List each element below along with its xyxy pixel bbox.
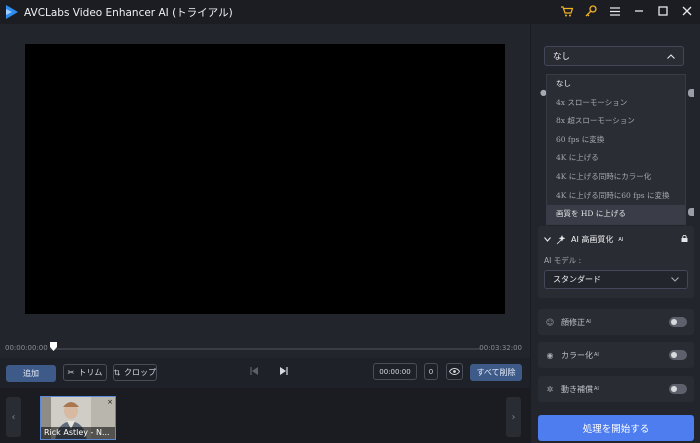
timeline-track[interactable] (50, 348, 480, 350)
dropdown-option-4k-colorize[interactable]: 4K に上げる同時にカラー化 (547, 168, 685, 187)
colorize-toggle[interactable] (669, 350, 687, 360)
hidden-toggle-edge (688, 208, 694, 216)
chevron-up-icon (667, 53, 675, 59)
close-icon[interactable] (680, 4, 694, 18)
crop-label: クロップ (124, 368, 156, 377)
app-logo-icon (6, 5, 18, 19)
video-preview (25, 44, 505, 314)
start-processing-button[interactable]: 処理を開始する (538, 415, 694, 441)
minimize-icon[interactable] (632, 4, 646, 18)
ai-enhance-section: AI 高画質化 AI AI モデル : スタンダード (538, 226, 694, 298)
clip-thumbnail[interactable]: × Rick Astley - N... (40, 396, 116, 440)
face-correction-row: ☺ 顔修正 AI (538, 309, 694, 335)
sparkle-icon (556, 234, 566, 244)
clip-name: Rick Astley - N... (41, 427, 115, 439)
crop-button[interactable]: クロップ (113, 364, 157, 381)
playhead-handle[interactable] (50, 342, 57, 352)
current-time-input[interactable]: 00:00:00 (373, 363, 417, 380)
trim-label: トリム (78, 368, 103, 377)
motion-compensation-toggle[interactable] (669, 384, 687, 394)
eye-icon (449, 368, 460, 375)
ai-enhance-sup: AI (618, 236, 624, 243)
face-correction-label: 顔修正 (561, 317, 585, 327)
hidden-toggle-edge (688, 89, 694, 97)
palette-icon: ◉ (546, 350, 554, 360)
timeline: 00:00:00:00 00:03:32:00 (0, 336, 530, 358)
colorize-row: ◉ カラー化 AI (538, 342, 694, 368)
timeline-start-time: 00:00:00:00 (5, 344, 48, 352)
colorize-label: カラー化 (561, 350, 593, 360)
clip-strip: ‹ × Rick Astley - N... › (0, 388, 530, 443)
face-correction-toggle[interactable] (669, 317, 687, 327)
frame-input[interactable]: 0 (424, 363, 438, 380)
title-bar: AVCLabs Video Enhancer AI (トライアル) (0, 0, 700, 24)
preview-toggle-button[interactable] (446, 363, 463, 380)
chevron-down-icon (671, 277, 679, 282)
app-title: AVCLabs Video Enhancer AI (トライアル) (24, 7, 233, 19)
control-bar: 追加 ✂ トリム クロップ 00:00:00 0 すべて削除 (0, 358, 530, 388)
frame-interpolation-value: なし (553, 52, 571, 62)
motion-compensation-row: ✲ 動き補償 AI (538, 376, 694, 402)
skip-back-icon[interactable] (250, 367, 258, 375)
face-icon: ☺ (545, 317, 555, 327)
chevron-right-icon[interactable]: › (506, 397, 521, 437)
dropdown-option-4k[interactable]: 4K に上げる (547, 149, 685, 168)
frame-interpolation-menu: なし 4x スローモーション 8x 超スローモーション 60 fps に変換 4… (546, 74, 686, 225)
chevron-down-icon (544, 237, 551, 242)
ai-model-value: スタンダード (553, 275, 601, 284)
remove-clip-icon[interactable]: × (107, 398, 113, 406)
dropdown-option-4x-slow[interactable]: 4x スローモーション (547, 94, 685, 113)
ai-model-label: AI モデル : (544, 256, 582, 265)
scissors-icon: ✂ (67, 368, 75, 377)
menu-icon[interactable] (608, 4, 622, 18)
face-correction-sup: AI (586, 319, 591, 325)
maximize-icon[interactable] (656, 4, 670, 18)
add-button[interactable]: 追加 (6, 365, 56, 382)
ai-model-select[interactable]: スタンダード (544, 270, 688, 289)
timeline-end-time: 00:03:32:00 (479, 344, 522, 352)
trim-button[interactable]: ✂ トリム (63, 364, 107, 381)
cart-icon[interactable] (560, 4, 574, 18)
frame-interpolation-select[interactable]: なし (544, 46, 684, 66)
play-step-icon[interactable] (280, 367, 288, 375)
chevron-left-icon[interactable]: ‹ (6, 397, 21, 437)
crop-icon (114, 369, 120, 376)
dropdown-option-60fps[interactable]: 60 fps に変換 (547, 131, 685, 150)
dropdown-option-none[interactable]: なし (547, 75, 685, 94)
preview-area (0, 24, 530, 336)
motion-icon: ✲ (546, 384, 554, 394)
lock-icon (681, 235, 688, 242)
dropdown-option-hd[interactable]: 画質を HD に上げる (547, 205, 685, 224)
motion-compensation-label: 動き補償 (561, 384, 593, 394)
colorize-sup: AI (594, 352, 599, 358)
key-icon[interactable] (584, 4, 598, 18)
ai-enhance-title: AI 高画質化 (571, 235, 614, 244)
dropdown-option-4k-60fps[interactable]: 4K に上げる同時に60 fps に変換 (547, 187, 685, 206)
dropdown-option-8x-slow[interactable]: 8x 超スローモーション (547, 112, 685, 131)
delete-all-button[interactable]: すべて削除 (470, 364, 522, 381)
motion-compensation-sup: AI (594, 386, 599, 392)
ai-enhance-header[interactable]: AI 高画質化 AI (544, 234, 623, 245)
